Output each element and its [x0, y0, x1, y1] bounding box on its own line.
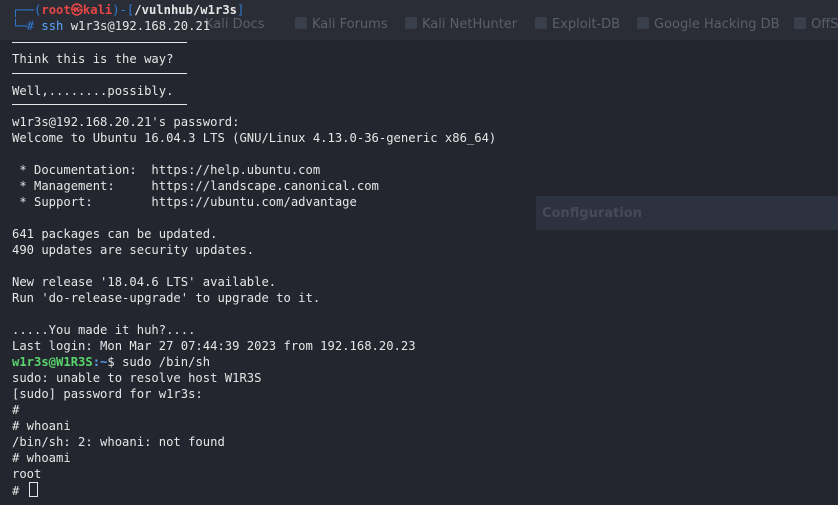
banner-line-2: Well,........possibly.	[12, 84, 174, 98]
root-shell-prompt[interactable]: #	[12, 482, 38, 498]
banner-line-1: Think this is the way?	[12, 52, 174, 66]
terminal-line: # whoami	[12, 451, 71, 465]
terminal-line: * Management: https://landscape.canonica…	[12, 179, 379, 193]
terminal-line: root	[12, 467, 42, 481]
terminal-line: Run 'do-release-upgrade' to upgrade to i…	[12, 291, 321, 305]
text-cursor	[28, 482, 38, 497]
banner-rule	[12, 73, 187, 74]
terminal-line: New release '18.04.6 LTS' available.	[12, 275, 277, 289]
terminal-line: * Documentation: https://help.ubuntu.com	[12, 163, 321, 177]
banner-rule	[12, 104, 187, 105]
terminal-line: # whoani	[12, 419, 71, 433]
terminal[interactable]: ┌──(root㉿kali)-[/vulnhub/w1r3s] └─# ssh …	[0, 0, 838, 505]
terminal-line: #	[12, 403, 20, 417]
terminal-line: .....You made it huh?....	[12, 323, 196, 337]
banner-rule	[12, 42, 187, 43]
terminal-line: /bin/sh: 2: whoani: not found	[12, 435, 225, 449]
terminal-line: 641 packages can be updated.	[12, 227, 218, 241]
terminal-line: [sudo] password for w1r3s:	[12, 387, 203, 401]
terminal-line: 490 updates are security updates.	[12, 243, 255, 257]
terminal-line: * Support: https://ubuntu.com/advantage	[12, 195, 357, 209]
terminal-line: w1r3s@192.168.20.21's password:	[12, 115, 240, 129]
terminal-line: Last login: Mon Mar 27 07:44:39 2023 fro…	[12, 339, 416, 353]
shell-prompt-header: ┌──(root㉿kali)-[/vulnhub/w1r3s]	[12, 3, 245, 17]
remote-prompt: w1r3s@W1R3S:~$ sudo /bin/sh	[12, 355, 211, 369]
terminal-line: Welcome to Ubuntu 16.04.3 LTS (GNU/Linux…	[12, 131, 497, 145]
shell-prompt-command: └─# ssh w1r3s@192.168.20.21	[12, 19, 211, 33]
terminal-line: sudo: unable to resolve host W1R3S	[12, 371, 262, 385]
